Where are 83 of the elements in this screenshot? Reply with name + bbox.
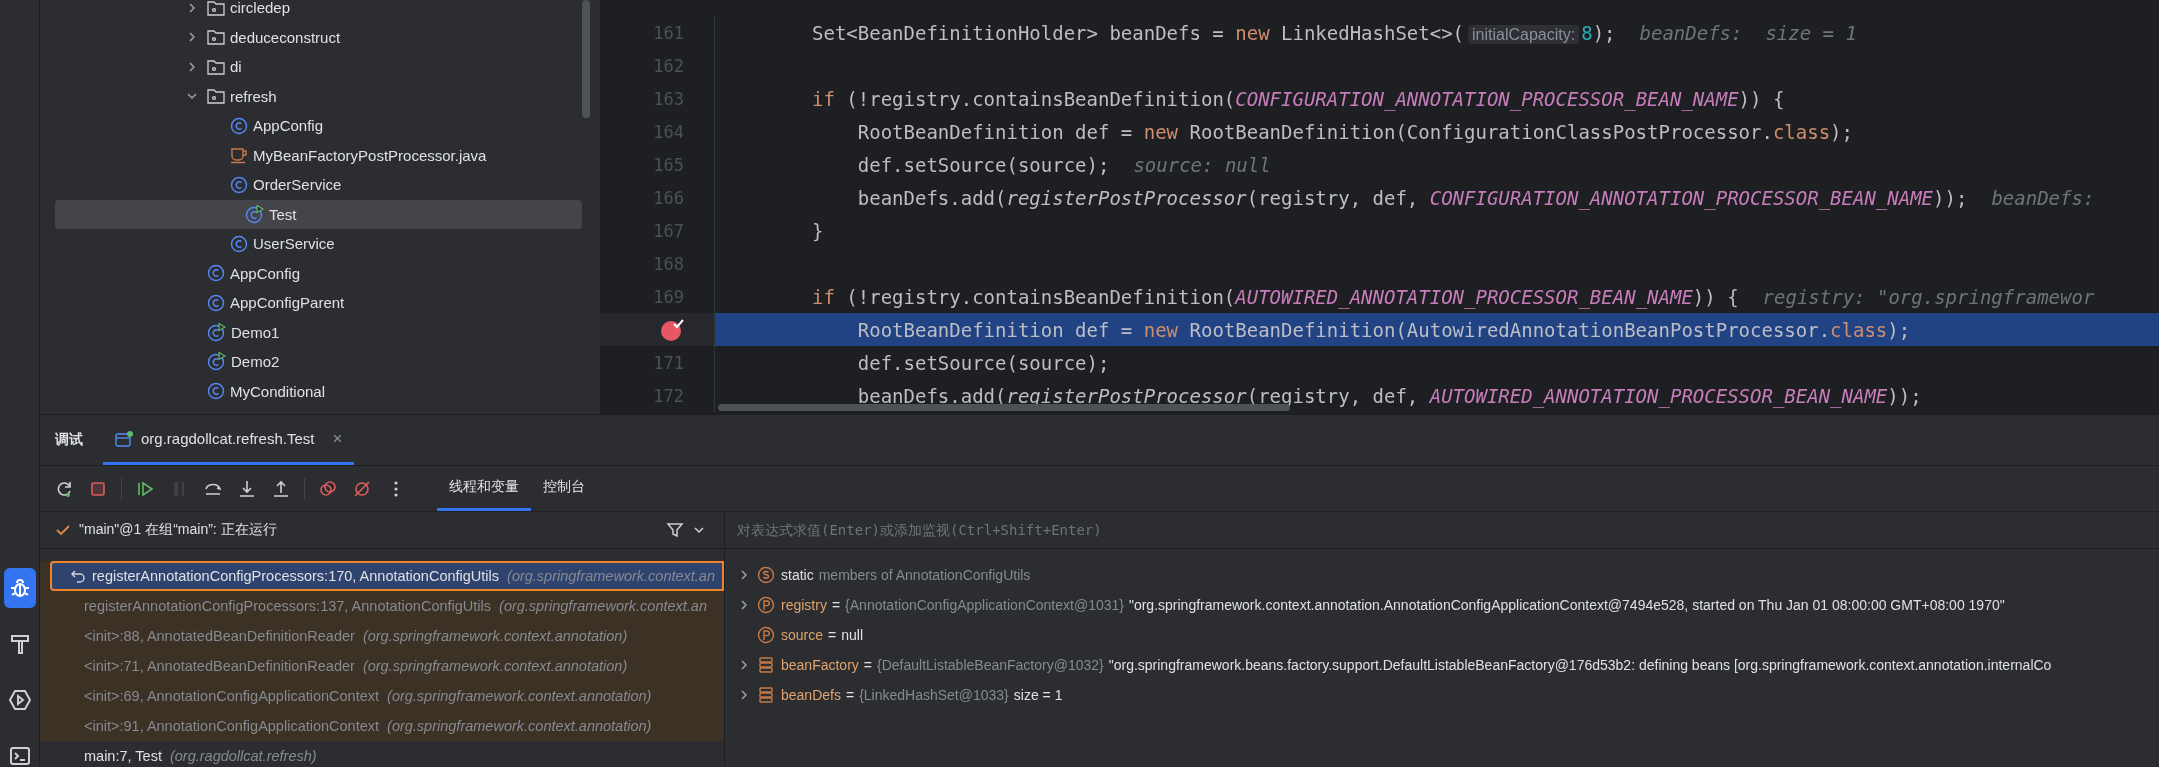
variable-entry[interactable]: beanFactory = {DefaultListableBeanFactory@1032} "org.springframework.beans.factory.support.DefaultListableBeanFactory@176d53b2: defining beans [org.springframework.context.annotation.internalCo xyxy=(781,657,2052,673)
stack-frame[interactable]: <init>:69, AnnotationConfigApplicationContext (org.springframework.context.annotation) xyxy=(40,681,724,711)
code-line: beanDefs.add(registerPostProcessor(registry, def, CONFIGURATION_ANNOTATION_PROCESSOR_BEAN_NAME)); beanDefs: xyxy=(856,186,2095,209)
runnable-class-icon xyxy=(207,322,226,342)
play-hexagon-icon xyxy=(7,688,32,712)
view-tab[interactable]: 控制台 xyxy=(531,466,597,511)
tree-item[interactable]: MyBeanFactoryPostProcessor.java xyxy=(40,140,567,170)
variable-entry[interactable]: registry = {AnnotationConfigApplicationContext@1031} "org.springframework.context.annotation.AnnotationConfigApplicationContext@7494e528, started on Thu Jan 01 08:00:00 GMT+08:00 1970" xyxy=(781,597,2005,613)
stack-frame[interactable]: <init>:71, AnnotatedBeanDefinitionReader (org.springframework.context.annotation) xyxy=(40,651,724,681)
parameter-icon xyxy=(757,626,775,644)
tree-item[interactable]: AppConfig xyxy=(40,258,567,288)
debug-panel-title: 调试 xyxy=(55,431,83,449)
chevron-right-icon[interactable] xyxy=(739,569,749,581)
tree-item[interactable]: AppConfigParent xyxy=(40,288,567,318)
folder-icon xyxy=(207,29,225,46)
tree-item[interactable]: Demo2 xyxy=(40,347,567,377)
chevron-right-icon[interactable] xyxy=(186,1,198,14)
stack-frame[interactable]: main:7, Test (org.ragdollcat.refresh) xyxy=(40,741,724,767)
tree-item[interactable]: circledep xyxy=(40,0,567,23)
thread-selector[interactable]: "main"@1 在组“main”: 正在运行 xyxy=(79,521,658,539)
debug-tool-button[interactable] xyxy=(3,568,36,608)
chevron-right-icon[interactable] xyxy=(186,60,198,73)
chevron-right-icon[interactable] xyxy=(739,599,749,611)
tree-item[interactable]: OrderService xyxy=(40,170,567,200)
code-line: if (!registry.containsBeanDefinition(AUTOWIRED_ANNOTATION_PROCESSOR_BEAN_NAME)) { registry: "org.springframewor xyxy=(812,285,2095,308)
session-tab[interactable]: org.ragdollcat.refresh.Test × xyxy=(103,415,355,465)
checkmark-icon xyxy=(55,522,71,538)
class-icon xyxy=(207,293,225,312)
step-out-icon xyxy=(271,478,291,499)
class-icon xyxy=(230,116,248,135)
runnable-class-icon xyxy=(245,204,264,224)
class-icon xyxy=(230,175,248,194)
chevron-right-icon[interactable] xyxy=(186,31,198,44)
view-tab[interactable]: 线程和变量 xyxy=(437,466,531,511)
code-line: beanDefs.add(registerPostProcessor(registry, def, AUTOWIRED_ANNOTATION_PROCESSOR_BEAN_NAME)); xyxy=(856,384,1922,407)
class-icon xyxy=(230,234,248,253)
variable-entry[interactable]: source = null xyxy=(781,627,863,643)
mute-icon xyxy=(352,478,372,499)
code-line: RootBeanDefinition def = new RootBeanDefinition(AutowiredAnnotationBeanPostProcessor.class); xyxy=(856,318,1911,341)
variable-entry[interactable]: static members of AnnotationConfigUtils xyxy=(781,567,1036,583)
folder-icon xyxy=(207,0,225,16)
evaluate-field[interactable]: 对表达式求值(Enter)或添加监视(Ctrl+Shift+Enter) xyxy=(725,512,2159,548)
chevron-right-icon[interactable] xyxy=(739,689,749,701)
chevron-right-icon[interactable] xyxy=(739,659,749,671)
breakpoints-icon xyxy=(318,478,338,499)
tree-item[interactable]: AppConfig xyxy=(40,111,567,141)
stack-frame[interactable]: registerAnnotationConfigProcessors:170, AnnotationConfigUtils (org.springframework.context.an xyxy=(50,561,724,591)
static-icon xyxy=(757,566,775,584)
window-icon xyxy=(115,430,133,447)
code-line: RootBeanDefinition def = new RootBeanDefinition(ConfigurationClassPostProcessor.class); xyxy=(856,120,1853,143)
terminal-icon xyxy=(7,744,32,767)
filter-icon[interactable] xyxy=(666,521,684,539)
parameter-icon xyxy=(757,596,775,614)
code-line: Set<BeanDefinitionHolder> beanDefs = new LinkedHashSet<>( initialCapacity: 8); beanDefs: size = 1 xyxy=(812,21,1857,44)
folder-icon xyxy=(207,88,225,105)
stack-frame[interactable]: <init>:91, AnnotationConfigApplicationContext (org.springframework.context.annotation) xyxy=(40,711,724,741)
tree-item[interactable]: di xyxy=(40,52,567,82)
stack-frame[interactable]: <init>:88, AnnotatedBeanDefinitionReader (org.springframework.context.annotation) xyxy=(40,621,724,651)
code-line: } xyxy=(812,219,824,242)
tree-item[interactable]: Test xyxy=(55,199,582,229)
field-icon xyxy=(757,656,775,674)
stack-frame[interactable]: registerAnnotationConfigProcessors:137, AnnotationConfigUtils (org.springframework.context.an xyxy=(40,591,724,621)
tree-item[interactable]: deduceconstruct xyxy=(40,22,567,52)
scrollbar-thumb[interactable] xyxy=(582,0,590,118)
variable-entry[interactable]: beanDefs = {LinkedHashSet@1033} size = 1 xyxy=(781,687,1063,703)
code-line: if (!registry.containsBeanDefinition(CONFIGURATION_ANNOTATION_PROCESSOR_BEAN_NAME)) { xyxy=(812,87,1785,110)
cup-icon xyxy=(230,146,248,165)
class-icon xyxy=(207,382,225,401)
field-icon xyxy=(757,686,775,704)
folder-icon xyxy=(207,58,225,75)
tree-item[interactable]: UserService xyxy=(40,229,567,259)
close-button[interactable]: × xyxy=(332,428,343,449)
class-icon xyxy=(207,264,225,283)
tree-item[interactable]: MyConditional xyxy=(40,376,567,406)
runnable-class-icon xyxy=(207,352,226,372)
code-line: def.setSource(source); source: null xyxy=(856,153,1271,176)
tree-item[interactable]: refresh xyxy=(40,81,567,111)
step-into-icon xyxy=(237,478,257,499)
code-line: def.setSource(source); xyxy=(856,351,1110,374)
tree-item[interactable]: Demo1 xyxy=(40,317,567,347)
more-icon xyxy=(394,480,398,497)
breakpoint-icon[interactable] xyxy=(660,317,684,342)
return-icon xyxy=(70,569,86,583)
